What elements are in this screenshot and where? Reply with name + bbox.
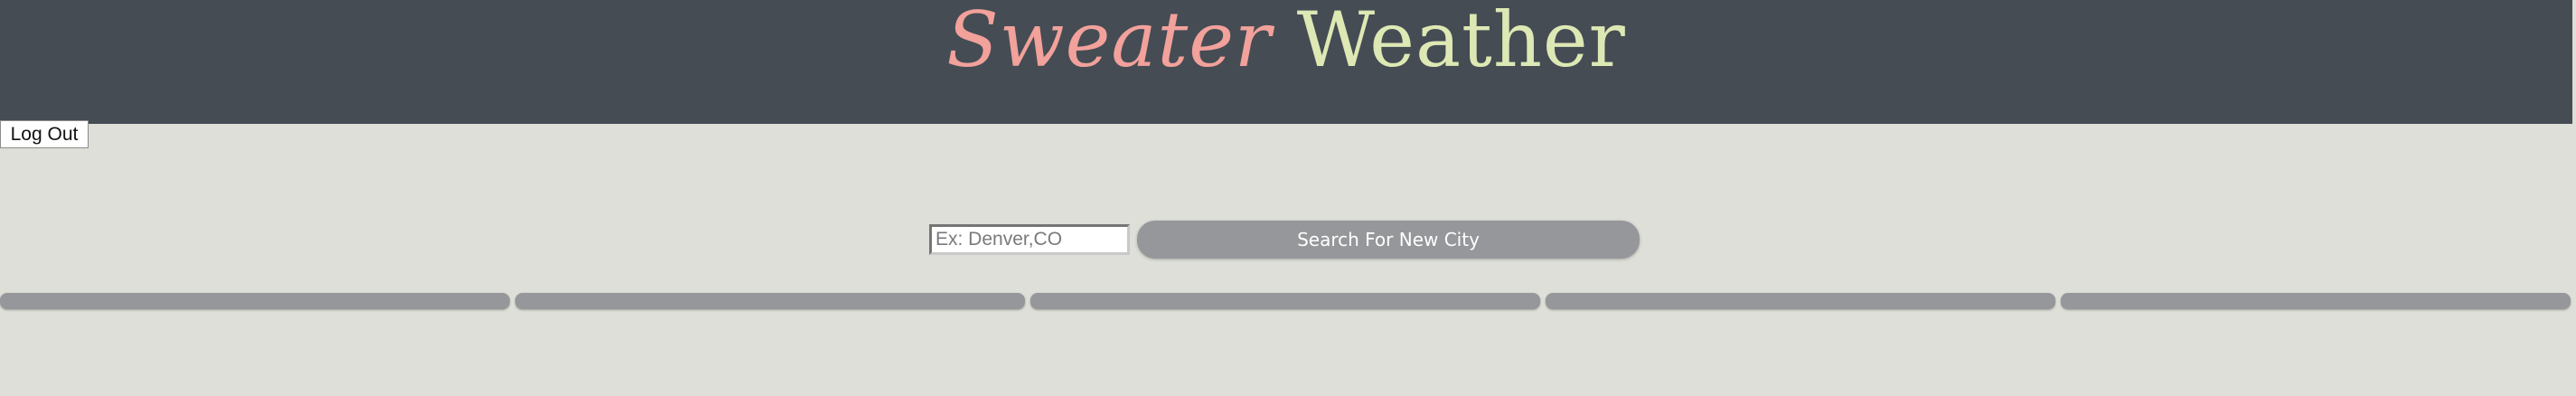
city-search-input[interactable] (929, 224, 1130, 255)
logout-button[interactable]: Log Out (0, 120, 89, 148)
forecast-card[interactable] (0, 293, 510, 309)
app-header: Sweater Weather (0, 0, 2576, 124)
search-city-button[interactable]: Search For New City (1137, 221, 1640, 259)
app-title-weather: Weather (1296, 0, 1626, 84)
forecast-card[interactable] (2061, 293, 2571, 309)
app-title: Sweater Weather (0, 0, 2572, 85)
app-title-sweater: Sweater (946, 0, 1273, 84)
forecast-row (0, 293, 2572, 309)
forecast-card[interactable] (1546, 293, 2055, 309)
forecast-card[interactable] (1030, 293, 1540, 309)
forecast-card[interactable] (515, 293, 1025, 309)
